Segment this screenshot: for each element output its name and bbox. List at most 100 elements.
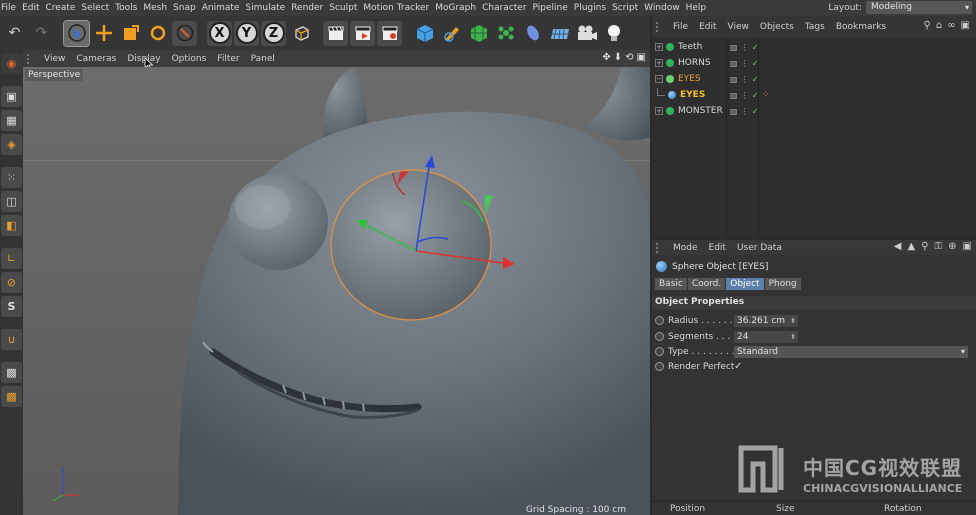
planar-workplane-button[interactable]: ▩ [1,386,22,407]
menu-snap[interactable]: Snap [173,3,202,13]
object-name[interactable]: EYES [680,90,705,100]
layer-icon[interactable]: ▨ [730,107,738,116]
subdivision-button[interactable] [466,21,491,46]
vp-menu-filter[interactable]: Filter [217,54,239,64]
menu-character[interactable]: Character [482,3,532,13]
menu-motion-tracker[interactable]: Motion Tracker [363,3,435,13]
vp-menu-panel[interactable]: Panel [251,54,275,64]
enabled-check-icon[interactable]: ✓ [752,91,759,100]
menu-mograph[interactable]: MoGraph [435,3,482,13]
om-menu-edit[interactable]: Edit [699,22,716,32]
expand-icon[interactable]: + [655,107,663,115]
maximize-view-icon[interactable]: ▣ [637,52,646,63]
layout-select[interactable]: Modeling [866,1,972,14]
om-menu-objects[interactable]: Objects [760,22,794,32]
redo-button[interactable]: ↷ [29,21,54,46]
am-menu-user-data[interactable]: User Data [737,243,782,253]
snap-button[interactable]: S [1,296,22,317]
panel-grip-icon[interactable] [656,242,662,253]
menu-edit[interactable]: Edit [22,3,45,13]
menu-simulate[interactable]: Simulate [245,3,291,13]
up-arrow-icon[interactable]: ▲ [908,241,916,252]
visibility-icon[interactable]: ⋮ [741,107,749,116]
object-name[interactable]: EYES [678,74,701,84]
model-mode-button[interactable]: ▣ [1,86,22,107]
pan-icon[interactable]: ✥ [602,52,610,63]
menu-help[interactable]: Help [686,3,713,13]
recent-tool-button[interactable] [172,20,197,46]
menu-script[interactable]: Script [612,3,644,13]
object-name[interactable]: Teeth [678,42,702,52]
render-picture-viewer-button[interactable] [350,20,375,46]
layer-icon[interactable]: ▨ [730,75,738,84]
menu-pipeline[interactable]: Pipeline [533,3,574,13]
rotate-tool-button[interactable] [145,21,170,46]
visibility-icon[interactable]: ⋮ [741,59,749,68]
zoom-icon[interactable]: ⬇ [614,52,622,63]
animate-segments-icon[interactable] [655,332,664,341]
om-menu-file[interactable]: File [673,22,688,32]
menu-plugins[interactable]: Plugins [574,3,612,13]
tab-coord[interactable]: Coord. [687,278,726,290]
render-perfect-checkbox[interactable]: ✓ [734,361,742,372]
menu-mesh[interactable]: Mesh [143,3,173,13]
om-menu-view[interactable]: View [728,22,749,32]
animate-radius-icon[interactable] [655,316,664,325]
menu-animate[interactable]: Animate [202,3,246,13]
om-menu-tags[interactable]: Tags [805,22,825,32]
search-icon[interactable]: ⚲ [921,241,928,252]
tweak-mode-button[interactable]: ⊘ [1,272,22,293]
magnet-button[interactable]: ∪ [1,329,22,350]
am-menu-mode[interactable]: Mode [673,243,698,253]
expand-icon[interactable]: + [655,59,663,67]
vp-menu-cameras[interactable]: Cameras [76,54,116,64]
link-icon[interactable]: ∞ [947,20,955,31]
select-tool-button[interactable] [63,19,90,47]
light-button[interactable] [601,21,626,46]
right-eye-selected[interactable] [330,169,492,321]
panel-grip-icon[interactable] [656,22,662,32]
object-row-monster[interactable]: + MONSTER ▨ ⋮ ✓ [652,103,976,119]
camera-button[interactable] [574,21,599,46]
vp-menu-options[interactable]: Options [172,54,207,64]
polygons-mode-button[interactable]: ◧ [1,215,22,236]
move-tool-button[interactable] [91,21,116,46]
phong-tag-icon[interactable]: ⁘ [762,90,770,100]
floor-button[interactable] [547,21,572,46]
object-row-teeth[interactable]: + Teeth ▨ ⋮ ✓ [652,39,976,55]
object-name[interactable]: HORNS [678,58,711,68]
layer-icon[interactable]: ▨ [730,91,738,100]
type-select[interactable]: Standard [734,345,968,358]
cloner-button[interactable] [493,21,518,46]
coordinate-system-button[interactable] [288,21,313,46]
lock-icon[interactable]: ⚿ [935,241,943,252]
expand-panel-icon[interactable]: ▣ [963,241,972,252]
expand-panel-icon[interactable]: ▣ [961,20,970,31]
deformer-button[interactable] [520,21,545,46]
home-icon[interactable]: ⌂ [936,20,942,31]
menu-file[interactable]: File [1,3,22,13]
segments-field[interactable]: 24 [734,330,798,343]
search-icon[interactable]: ⚲ [924,20,931,31]
orbit-icon[interactable]: ⟲ [625,52,633,63]
menu-window[interactable]: Window [644,3,686,13]
make-editable-button[interactable]: ◉ [1,53,22,74]
expand-icon[interactable]: + [655,43,663,51]
vp-menu-view[interactable]: View [44,54,65,64]
enabled-check-icon[interactable]: ✓ [752,59,759,68]
animate-render-perfect-icon[interactable] [655,362,664,371]
object-row-horns[interactable]: + HORNS ▨ ⋮ ✓ [652,55,976,71]
object-row-eyes-parent[interactable]: − EYES ▨ ⋮ ✓ [652,71,976,87]
visibility-icon[interactable]: ⋮ [741,75,749,84]
enabled-check-icon[interactable]: ✓ [752,75,759,84]
menu-select[interactable]: Select [81,3,115,13]
object-row-eyes-sphere[interactable]: EYES ▨ ⋮ ✓ ⁘ [652,87,976,103]
cube-button[interactable] [412,21,437,46]
radius-field[interactable]: 36.261 cm [734,314,798,327]
workplane-lock-button[interactable]: ▩ [1,362,22,383]
new-panel-icon[interactable]: ⊕ [948,241,956,252]
back-arrow-icon[interactable]: ◀ [894,241,902,252]
object-name[interactable]: MONSTER [678,106,723,116]
panel-grip-icon[interactable] [27,53,33,64]
menu-render[interactable]: Render [291,3,329,13]
